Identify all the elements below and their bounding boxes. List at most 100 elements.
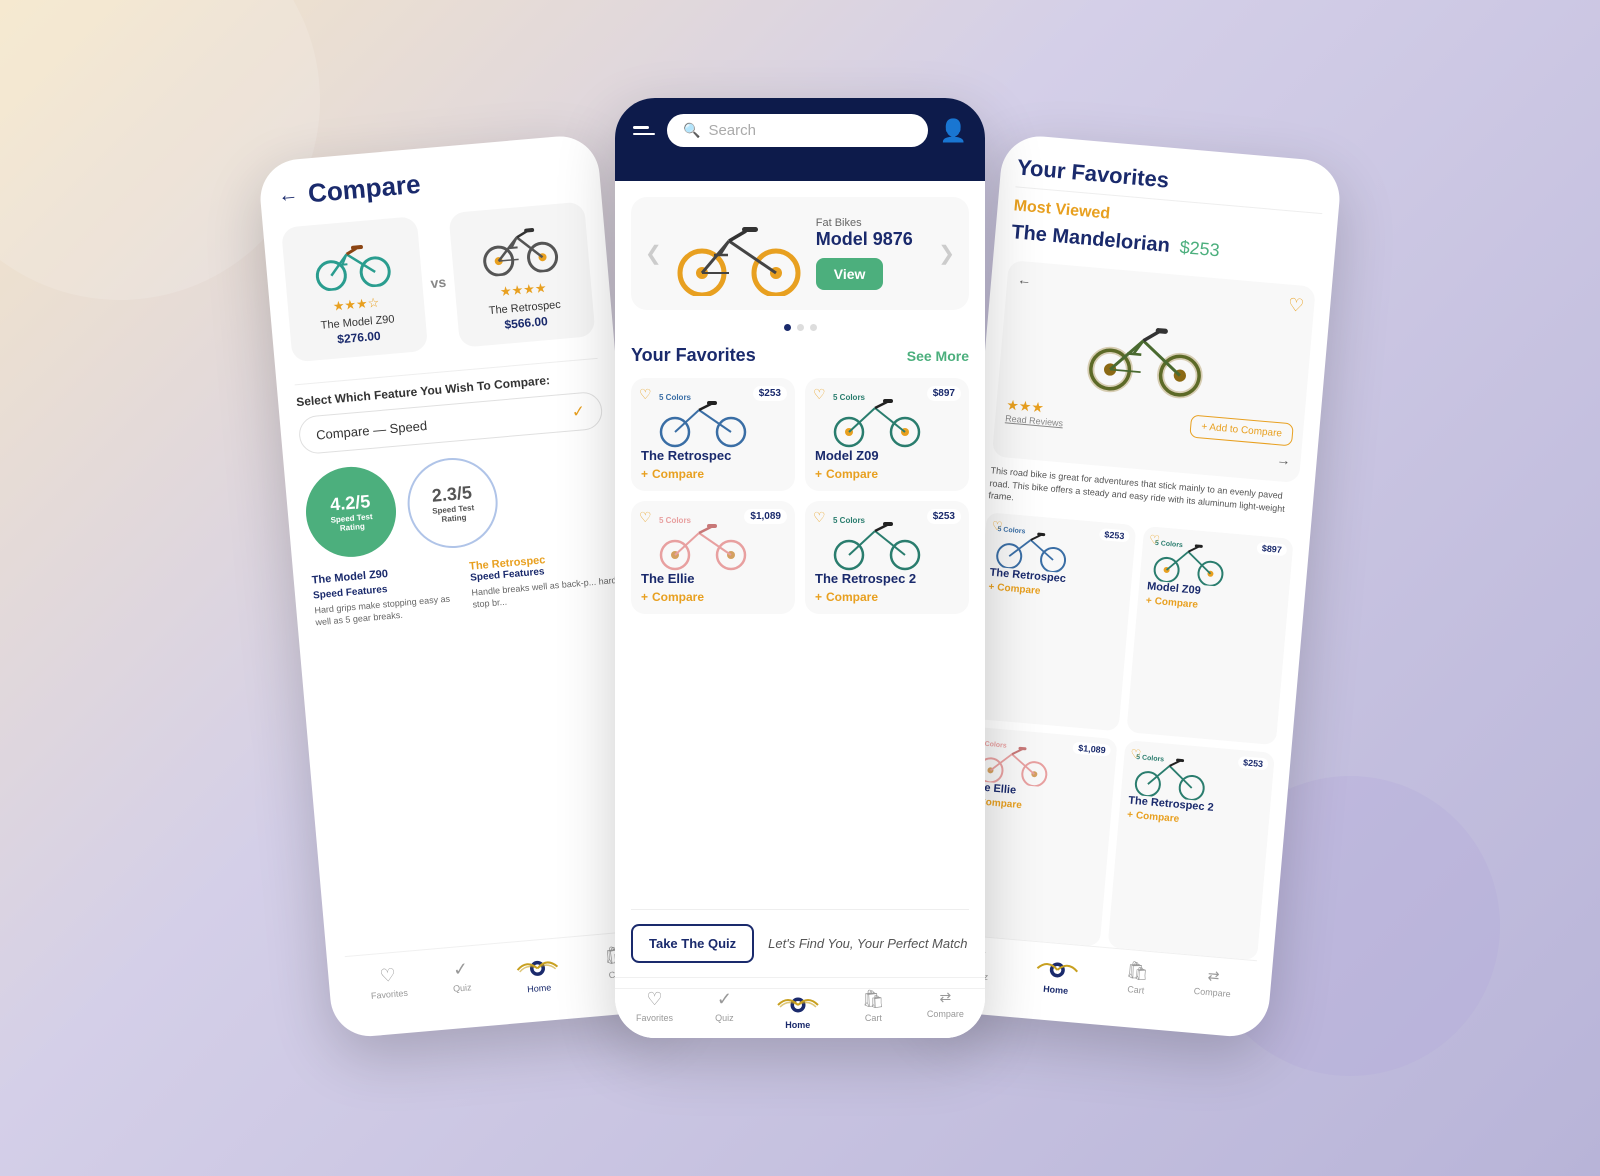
center-nav-cart[interactable]: 🛍 Cart	[862, 989, 885, 1030]
fav-name-3: The Ellie	[641, 571, 785, 586]
next-arrow[interactable]: ❯	[938, 241, 955, 266]
dropdown-check-icon: ✓	[571, 401, 586, 422]
featured-right-card: ← ♡	[992, 260, 1316, 483]
plus-icon-3: +	[641, 590, 648, 604]
speed-ratings: 4.2/5 Speed TestRating 2.3/5 Speed TestR…	[302, 445, 613, 561]
price-badge-3: $1,089	[744, 509, 787, 524]
featured-view-btn[interactable]: View	[816, 258, 884, 290]
compare-btn-2[interactable]: + Compare	[815, 467, 959, 481]
svg-text:5 Colors: 5 Colors	[659, 516, 692, 525]
dot-2[interactable]	[797, 324, 804, 331]
small-card-z09: ♡ 5 Colors	[1126, 526, 1294, 746]
svg-text:5 Colors: 5 Colors	[833, 516, 866, 525]
right-nav-home[interactable]: Home	[1033, 952, 1080, 997]
hamburger-menu[interactable]	[633, 126, 655, 135]
right-compare-icon: ⇄	[1207, 967, 1220, 985]
nav-home[interactable]: Home	[514, 951, 561, 996]
quiz-button[interactable]: Take The Quiz	[631, 924, 754, 963]
price-badge-4: $253	[927, 509, 961, 524]
small-heart-4[interactable]: ♡	[1130, 747, 1142, 762]
right-nav-compare[interactable]: ⇄ Compare	[1192, 966, 1232, 1010]
center-cart-label: Cart	[865, 1013, 882, 1023]
fav-name-4: The Retrospec 2	[815, 571, 959, 586]
dot-3[interactable]	[810, 324, 817, 331]
svg-text:5 Colors: 5 Colors	[659, 393, 692, 402]
center-nav-favorites[interactable]: ♡ Favorites	[636, 989, 673, 1030]
featured-right-arrow[interactable]: →	[1276, 451, 1291, 468]
center-quiz-icon: ✓	[717, 989, 732, 1010]
plus-icon-1: +	[641, 467, 648, 481]
see-more-link[interactable]: See More	[907, 348, 969, 364]
quiz-icon: ✓	[452, 958, 469, 980]
nav-favorites[interactable]: ♡ Favorites	[368, 964, 408, 1008]
prev-arrow[interactable]: ❮	[645, 241, 662, 266]
center-bottom-nav: ♡ Favorites ✓ Quiz	[615, 977, 985, 1038]
featured-bike-card: ❮	[631, 197, 969, 310]
favorites-icon: ♡	[379, 965, 397, 987]
nav-home-label: Home	[527, 982, 552, 994]
quiz-banner: Take The Quiz Let's Find You, Your Perfe…	[631, 909, 969, 977]
center-nav-compare[interactable]: ⇄ Compare	[927, 989, 964, 1030]
fav-card-retrospec: ♡ 5 Colors $25	[631, 378, 795, 491]
user-icon[interactable]: 👤	[940, 118, 967, 144]
phone-main: 🔍 Search 👤 ❮	[615, 98, 985, 1038]
phones-container: ← Compare	[275, 118, 1325, 1058]
compare-btn-1[interactable]: + Compare	[641, 467, 785, 481]
plus-icon-2: +	[815, 467, 822, 481]
fav-name-1: The Retrospec	[641, 448, 785, 463]
center-nav-home[interactable]: Home	[776, 989, 820, 1030]
center-header: 🔍 Search 👤	[615, 98, 985, 181]
back-arrow[interactable]: ←	[277, 183, 299, 208]
nav-quiz[interactable]: ✓ Quiz	[451, 958, 473, 1000]
featured-category: Fat Bikes	[816, 217, 926, 229]
small-card-retrospec2: ♡ 5 Colors $253 The Retrospe	[1108, 740, 1276, 960]
bike-card-retrospec: ★★★★ The Retrospec $566.00	[448, 201, 595, 347]
dropdown-text: Compare — Speed	[315, 417, 427, 442]
small-bikes-grid: ♡ 5 Colors $253 The Retrospe	[950, 512, 1294, 960]
right-compare-label: Compare	[1193, 986, 1231, 999]
price-badge-2: $897	[927, 386, 961, 401]
compare-btn-4[interactable]: + Compare	[815, 590, 959, 604]
center-compare-icon: ⇄	[940, 989, 952, 1006]
rating-outline: 2.3/5 Speed TestRating	[404, 454, 502, 552]
speed-features: The Model Z90 Speed Features Hard grips …	[311, 548, 619, 629]
right-home-label: Home	[1043, 984, 1069, 996]
center-compare-label: Compare	[927, 1009, 964, 1019]
small-card-retrospec: ♡ 5 Colors $253 The Retrospe	[969, 512, 1137, 732]
search-placeholder: Search	[708, 122, 756, 139]
nav-favorites-label: Favorites	[371, 988, 409, 1001]
phone-compare: ← Compare	[257, 133, 672, 1039]
favorites-title: Your Favorites	[631, 345, 756, 366]
bike-card-z90: ★★★☆ The Model Z90 $276.00	[281, 216, 428, 362]
compare-header: ← Compare	[277, 155, 583, 212]
featured-left-arrow[interactable]: ←	[1017, 271, 1032, 288]
fav-name-2: Model Z09	[815, 448, 959, 463]
search-bar[interactable]: 🔍 Search	[667, 114, 928, 147]
center-cart-icon: 🛍	[862, 989, 885, 1010]
featured-name: Model 9876	[816, 229, 926, 250]
right-nav-cart[interactable]: 🛍 Cart	[1123, 960, 1149, 1003]
price-badge-1: $253	[753, 386, 787, 401]
fav-card-ellie: ♡ 5 Colors	[631, 501, 795, 614]
compare-title: Compare	[307, 169, 422, 210]
plus-icon-4: +	[815, 590, 822, 604]
svg-text:5 Colors: 5 Colors	[833, 393, 866, 402]
compare-bikes-row: ★★★☆ The Model Z90 $276.00 vs	[281, 201, 596, 362]
phone-favorites: Your Favorites Most Viewed The Mandelori…	[927, 133, 1342, 1039]
compare-btn-3[interactable]: + Compare	[641, 590, 785, 604]
center-quiz-label: Quiz	[715, 1013, 734, 1023]
featured-info: Fat Bikes Model 9876 View	[816, 217, 926, 290]
quiz-tagline: Let's Find You, Your Perfect Match	[768, 936, 967, 951]
fav-card-retrospec2: ♡ 5 Colors $25	[805, 501, 969, 614]
small-price-1: $253	[1099, 528, 1130, 543]
small-heart-1[interactable]: ♡	[991, 518, 1003, 533]
add-compare-button[interactable]: + Add to Compare	[1189, 415, 1294, 447]
right-cart-icon: 🛍	[1125, 960, 1150, 983]
small-price-2: $897	[1256, 542, 1287, 557]
nav-quiz-label: Quiz	[453, 982, 472, 994]
center-nav-quiz[interactable]: ✓ Quiz	[715, 989, 734, 1030]
featured-heart[interactable]: ♡	[1287, 295, 1305, 317]
small-heart-2[interactable]: ♡	[1149, 532, 1161, 547]
dot-1[interactable]	[784, 324, 791, 331]
search-icon: 🔍	[683, 122, 700, 139]
